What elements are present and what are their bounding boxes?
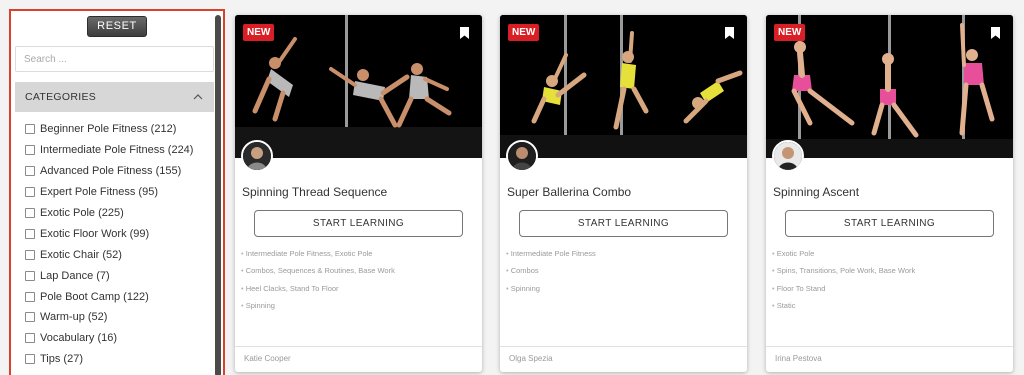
bookmark-icon[interactable]	[460, 27, 469, 39]
chevron-up-icon[interactable]	[192, 91, 204, 103]
course-card[interactable]: NEW Spinning Ascent START LEARNING Exoti…	[766, 15, 1013, 372]
instructor-name: Irina Pestova	[766, 346, 1013, 372]
instructor-name: Olga Spezia	[500, 346, 747, 372]
checkbox-icon[interactable]	[25, 228, 35, 239]
checkbox-icon[interactable]	[25, 124, 35, 135]
course-thumbnail[interactable]: NEW	[766, 15, 1013, 158]
checkbox-icon[interactable]	[25, 208, 35, 218]
filter-sidebar: RESET CATEGORIES Beginner Pole Fitness (…	[9, 9, 225, 375]
tag-item: Floor To Stand	[772, 283, 915, 300]
checkbox-icon[interactable]	[25, 187, 35, 198]
tag-item: Combos	[506, 265, 596, 282]
avatar	[772, 140, 804, 172]
tag-item: Spinning	[241, 300, 395, 317]
category-label: Exotic Floor Work (99)	[40, 227, 150, 240]
category-label: Pole Boot Camp (122)	[40, 290, 149, 303]
category-label: Vocabulary (16)	[40, 332, 118, 345]
category-label: Intermediate Pole Fitness (224)	[40, 144, 194, 157]
avatar	[506, 140, 538, 172]
category-item[interactable]: Vocabulary (16)	[25, 328, 193, 349]
new-badge: NEW	[508, 24, 540, 41]
course-card[interactable]: NEW Super Ballerina Combo START LEARNING…	[500, 15, 747, 372]
category-label: Warm-up (52)	[40, 311, 108, 324]
category-item[interactable]: Advanced Pole Fitness (155)	[25, 161, 193, 182]
start-learning-button[interactable]: START LEARNING	[254, 210, 463, 237]
instructor-name: Katie Cooper	[235, 346, 482, 372]
course-thumbnail[interactable]: NEW	[235, 15, 482, 158]
checkbox-icon[interactable]	[25, 291, 35, 302]
category-item[interactable]: Warm-up (52)	[25, 307, 193, 328]
bookmark-icon[interactable]	[725, 27, 734, 39]
tag-item: Intermediate Pole Fitness, Exotic Pole	[241, 248, 395, 265]
avatar	[241, 140, 273, 172]
tag-item: Heel Clacks, Stand To Floor	[241, 283, 395, 300]
new-badge: NEW	[774, 24, 806, 41]
sidebar-scrollbar[interactable]	[215, 15, 221, 375]
category-label: Exotic Pole (225)	[40, 207, 124, 219]
category-item[interactable]: Pole Boot Camp (122)	[25, 286, 193, 307]
category-label: Exotic Chair (52)	[40, 248, 122, 261]
tag-item: Spins, Transitions, Pole Work, Base Work	[772, 265, 916, 282]
category-item[interactable]: Exotic Floor Work (99)	[25, 223, 193, 244]
category-list: Beginner Pole Fitness (212) Intermediate…	[25, 119, 193, 370]
checkbox-icon[interactable]	[25, 166, 35, 177]
checkbox-icon[interactable]	[25, 354, 35, 365]
tag-item: Spinning	[506, 283, 596, 300]
start-learning-button[interactable]: START LEARNING	[785, 210, 994, 237]
category-item[interactable]: Beginner Pole Fitness (212)	[25, 119, 193, 140]
categories-title: CATEGORIES	[25, 91, 97, 103]
category-label: Lap Dance (7)	[40, 269, 110, 282]
checkbox-icon[interactable]	[25, 249, 35, 260]
course-tags: Exotic Pole Spins, Transitions, Pole Wor…	[772, 248, 916, 317]
category-item[interactable]: Exotic Chair (52)	[25, 244, 193, 265]
categories-header[interactable]: CATEGORIES	[15, 82, 214, 112]
course-title[interactable]: Super Ballerina Combo	[507, 185, 631, 199]
tag-item: Static	[772, 300, 915, 317]
start-learning-button[interactable]: START LEARNING	[519, 210, 728, 237]
checkbox-icon[interactable]	[25, 312, 35, 323]
category-item[interactable]: Exotic Pole (225)	[25, 203, 193, 224]
course-title[interactable]: Spinning Ascent	[773, 185, 859, 199]
course-card[interactable]: NEW Spinning Thread Sequence START LEARN…	[235, 15, 482, 372]
tag-item: Exotic Pole	[772, 248, 915, 265]
category-item[interactable]: Expert Pole Fitness (95)	[25, 182, 193, 203]
category-label: Advanced Pole Fitness (155)	[40, 165, 182, 178]
tag-item: Combos, Sequences & Routines, Base Work	[241, 265, 395, 282]
course-title[interactable]: Spinning Thread Sequence	[242, 185, 387, 199]
checkbox-icon[interactable]	[25, 270, 35, 281]
search-input[interactable]	[15, 46, 214, 72]
category-label: Beginner Pole Fitness (212)	[40, 123, 177, 136]
checkbox-icon[interactable]	[25, 145, 35, 156]
category-label: Tips (27)	[40, 353, 83, 366]
course-tags: Intermediate Pole Fitness Combos Spinnin…	[506, 248, 596, 300]
checkbox-icon[interactable]	[25, 333, 35, 344]
new-badge: NEW	[243, 24, 275, 41]
tag-item: Intermediate Pole Fitness	[506, 248, 596, 265]
reset-button[interactable]: RESET	[87, 16, 147, 37]
category-item[interactable]: Intermediate Pole Fitness (224)	[25, 140, 193, 161]
category-item[interactable]: Tips (27)	[25, 349, 193, 370]
bookmark-icon[interactable]	[991, 27, 1000, 39]
course-tags: Intermediate Pole Fitness, Exotic Pole C…	[241, 248, 395, 317]
category-label: Expert Pole Fitness (95)	[40, 186, 158, 199]
course-thumbnail[interactable]: NEW	[500, 15, 747, 158]
category-item[interactable]: Lap Dance (7)	[25, 265, 193, 286]
